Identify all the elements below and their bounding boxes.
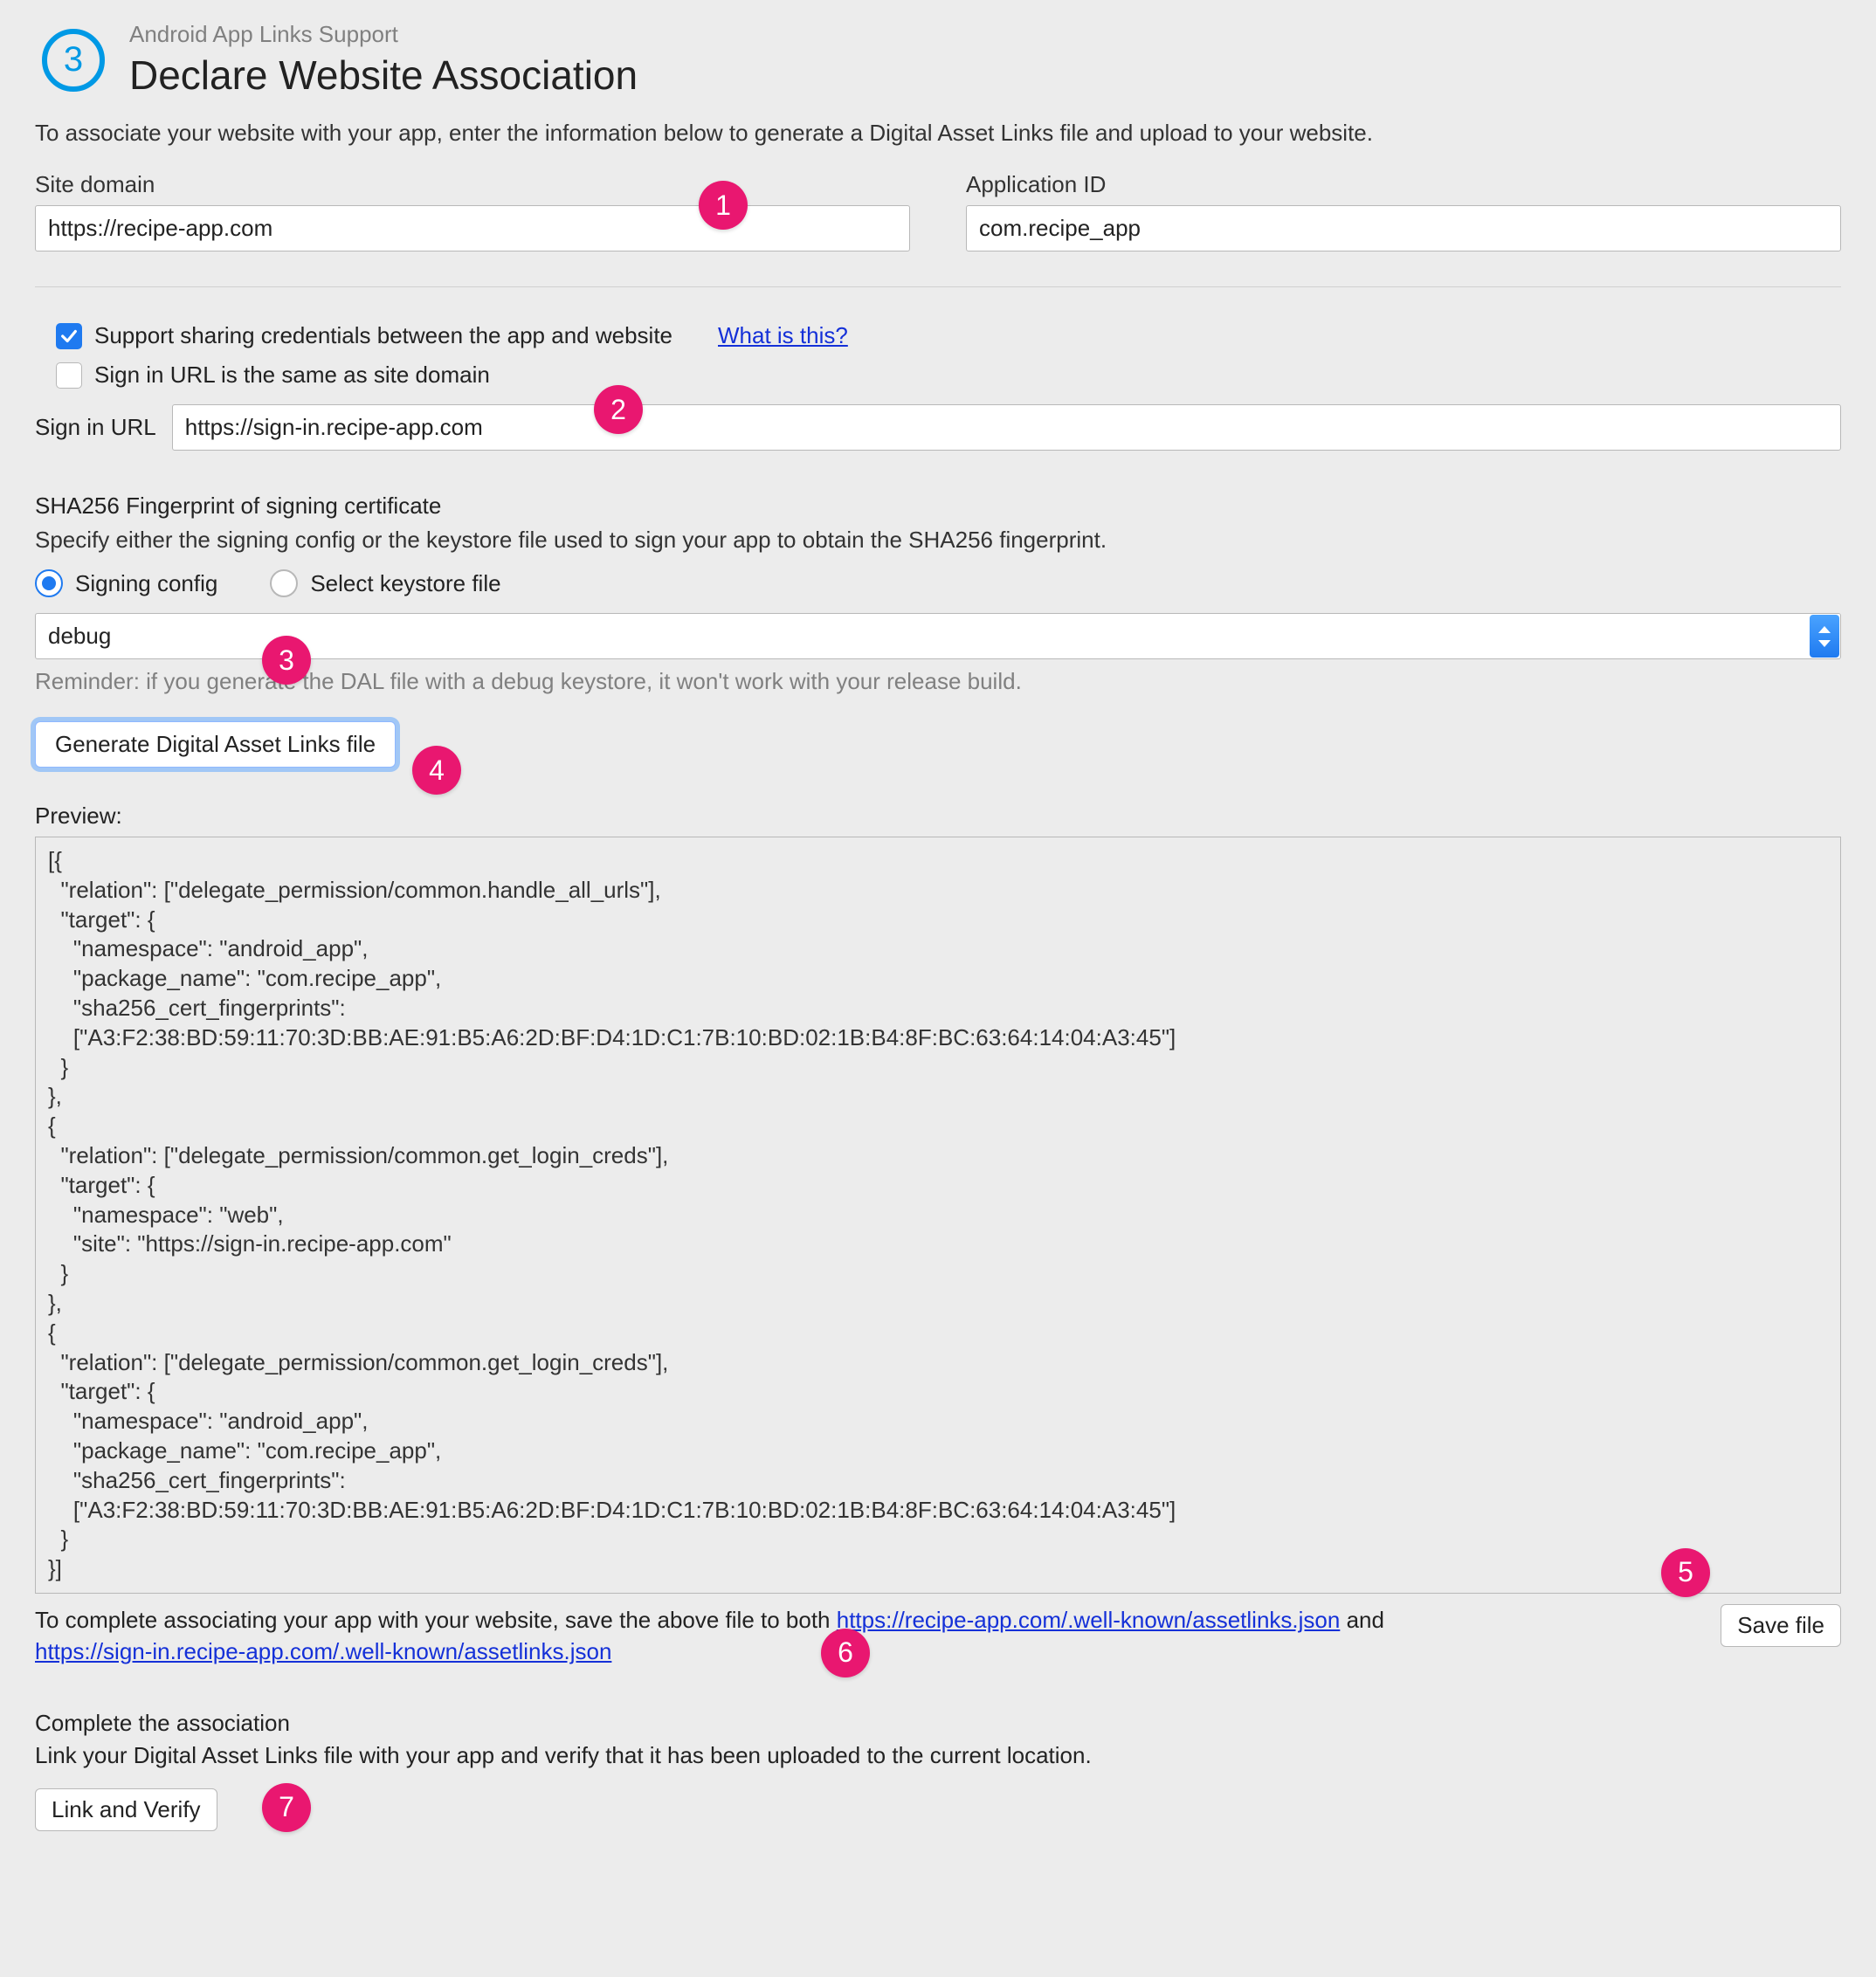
signin-same-checkbox[interactable] [56, 362, 82, 389]
sha-desc: Specify either the signing config or the… [35, 527, 1841, 554]
step-number: 3 [64, 40, 83, 79]
generate-dal-button[interactable]: Generate Digital Asset Links file [35, 721, 396, 768]
complete-desc: Link your Digital Asset Links file with … [35, 1742, 1841, 1769]
signing-config-radio-label: Signing config [75, 570, 217, 597]
signin-url-label: Sign in URL [35, 414, 156, 441]
divider [35, 286, 1841, 287]
page-title: Declare Website Association [129, 52, 638, 99]
keystore-file-radio-label: Select keystore file [310, 570, 500, 597]
callout-badge-5: 5 [1661, 1548, 1710, 1597]
assetlinks-link-2[interactable]: https://sign-in.recipe-app.com/.well-kno… [35, 1638, 611, 1664]
combo-stepper-icon[interactable] [1810, 615, 1839, 658]
application-id-input[interactable] [966, 205, 1841, 251]
callout-badge-2: 2 [594, 385, 643, 434]
callout-badge-3: 3 [262, 636, 311, 685]
preview-label: Preview: [35, 803, 1841, 830]
sha-title: SHA256 Fingerprint of signing certificat… [35, 493, 1841, 520]
callout-badge-4: 4 [412, 746, 461, 795]
application-id-label: Application ID [966, 171, 1841, 198]
callout-badge-7: 7 [262, 1783, 311, 1832]
link-and-verify-button[interactable]: Link and Verify [35, 1788, 217, 1831]
check-icon [59, 327, 79, 346]
preview-output: [{ "relation": ["delegate_permission/com… [35, 837, 1841, 1594]
site-domain-input[interactable] [35, 205, 910, 251]
support-sharing-checkbox[interactable] [56, 323, 82, 349]
what-is-this-link[interactable]: What is this? [718, 322, 848, 349]
assetlinks-link-1[interactable]: https://recipe-app.com/.well-known/asset… [837, 1607, 1341, 1633]
signin-url-input[interactable] [172, 404, 1841, 451]
callout-badge-6: 6 [821, 1629, 870, 1677]
signing-config-radio[interactable] [35, 569, 63, 597]
callout-badge-1: 1 [699, 181, 748, 230]
signin-same-label: Sign in URL is the same as site domain [94, 362, 490, 389]
header-overline: Android App Links Support [129, 21, 638, 48]
complete-title: Complete the association [35, 1710, 1841, 1737]
keystore-file-radio[interactable] [270, 569, 298, 597]
step-number-circle: 3 [42, 29, 105, 92]
save-file-button[interactable]: Save file [1721, 1604, 1841, 1647]
support-sharing-label: Support sharing credentials between the … [94, 322, 672, 349]
save-instruction-middle: and [1340, 1607, 1384, 1633]
intro-text: To associate your website with your app,… [35, 120, 1841, 147]
site-domain-label: Site domain [35, 171, 910, 198]
save-instruction-prefix: To complete associating your app with yo… [35, 1607, 837, 1633]
